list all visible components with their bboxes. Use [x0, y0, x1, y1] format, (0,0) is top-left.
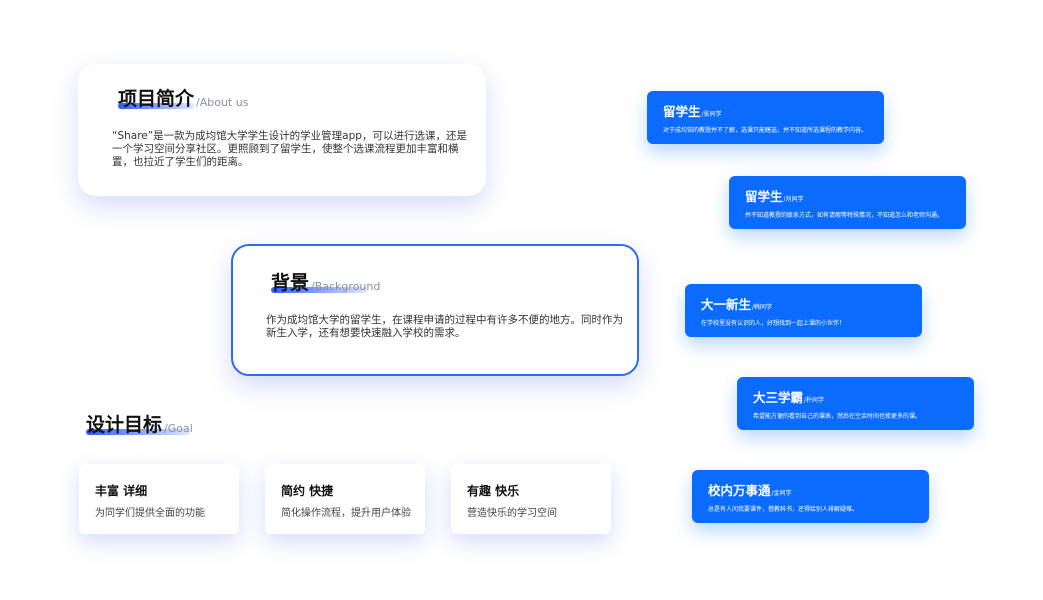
persona-name: 留学生 [745, 189, 783, 204]
background-heading: 背景 /Background [271, 268, 380, 295]
about-title: 项目简介 [118, 88, 195, 110]
background-title: 背景 [271, 272, 310, 294]
persona-name-row: 留学生 /刘同学 [745, 186, 804, 205]
persona-name-row: 大三学霸 /朴同学 [753, 387, 824, 406]
persona-sub: /张同学 [701, 111, 722, 118]
goal-desc: 营造快乐的学习空间 [467, 508, 557, 519]
persona-card-1: 留学生 /张同学 对于成均馆的教授并不了解，选课只能瞎选，并不知道所选课程的教学… [647, 91, 884, 144]
goal-desc: 为同学们提供全面的功能 [95, 508, 205, 519]
about-card: 项目简介 /About us “Share”是一款为成均馆大学学生设计的学业管理… [78, 64, 486, 196]
persona-name: 留学生 [663, 104, 701, 119]
goals-title: 设计目标 [86, 414, 163, 436]
persona-name: 大三学霸 [753, 390, 804, 405]
about-text: “Share”是一款为成均馆大学学生设计的学业管理app，可以进行选课，还是一个… [112, 130, 467, 168]
persona-card-5: 校内万事通 /金同学 总是有人问我要课件，借教科书，还得给别人排解疑难。 [692, 470, 929, 523]
persona-name: 校内万事通 [708, 483, 771, 498]
persona-name-row: 校内万事通 /金同学 [708, 480, 792, 499]
goal-title: 丰富 详细 [95, 484, 148, 498]
background-card: 背景 /Background 作为成均馆大学的留学生，在课程申请的过程中有许多不… [231, 244, 639, 376]
persona-name-row: 留学生 /张同学 [663, 101, 722, 120]
goal-title: 简约 快捷 [281, 484, 334, 498]
persona-sub: /刘同学 [783, 196, 804, 203]
about-subtitle: /About us [196, 96, 249, 109]
goal-card-rich: 丰富 详细 为同学们提供全面的功能 [79, 464, 239, 534]
persona-desc: 希望能方便的看到自己的课表，然后在空余时间也修更多的课。 [753, 413, 922, 420]
persona-desc: 在学校里没有认识的人，好想找到一起上课的小伙伴！ [701, 320, 846, 327]
persona-desc: 对于成均馆的教授并不了解，选课只能瞎选，并不知道所选课程的教学内容。 [663, 127, 868, 134]
persona-desc: 并不知道教授的联系方式，如有请假等特殊情况，不知道怎么和老师沟通。 [745, 212, 944, 219]
goal-card-simple: 简约 快捷 简化操作流程，提升用户体验 [265, 464, 425, 534]
persona-card-3: 大一新生 /韩同学 在学校里没有认识的人，好想找到一起上课的小伙伴！ [685, 284, 922, 337]
about-heading: 项目简介 /About us [118, 84, 248, 111]
persona-sub: /朴同学 [804, 397, 825, 404]
goal-desc: 简化操作流程，提升用户体验 [281, 508, 411, 519]
background-text: 作为成均馆大学的留学生，在课程申请的过程中有许多不便的地方。同时作为新生入学，还… [266, 314, 623, 339]
persona-card-2: 留学生 /刘同学 并不知道教授的联系方式，如有请假等特殊情况，不知道怎么和老师沟… [729, 176, 966, 229]
persona-sub: /韩同学 [752, 304, 773, 311]
persona-desc: 总是有人问我要课件，借教科书，还得给别人排解疑难。 [708, 506, 859, 513]
goals-heading: 设计目标 /Goal [86, 410, 193, 437]
goals-subtitle: /Goal [164, 422, 193, 435]
background-subtitle: /Background [311, 280, 381, 293]
persona-name: 大一新生 [701, 297, 752, 312]
persona-sub: /金同学 [771, 490, 792, 497]
persona-card-4: 大三学霸 /朴同学 希望能方便的看到自己的课表，然后在空余时间也修更多的课。 [737, 377, 974, 430]
goal-title: 有趣 快乐 [467, 484, 520, 498]
goal-card-fun: 有趣 快乐 营造快乐的学习空间 [451, 464, 611, 534]
persona-name-row: 大一新生 /韩同学 [701, 294, 772, 313]
